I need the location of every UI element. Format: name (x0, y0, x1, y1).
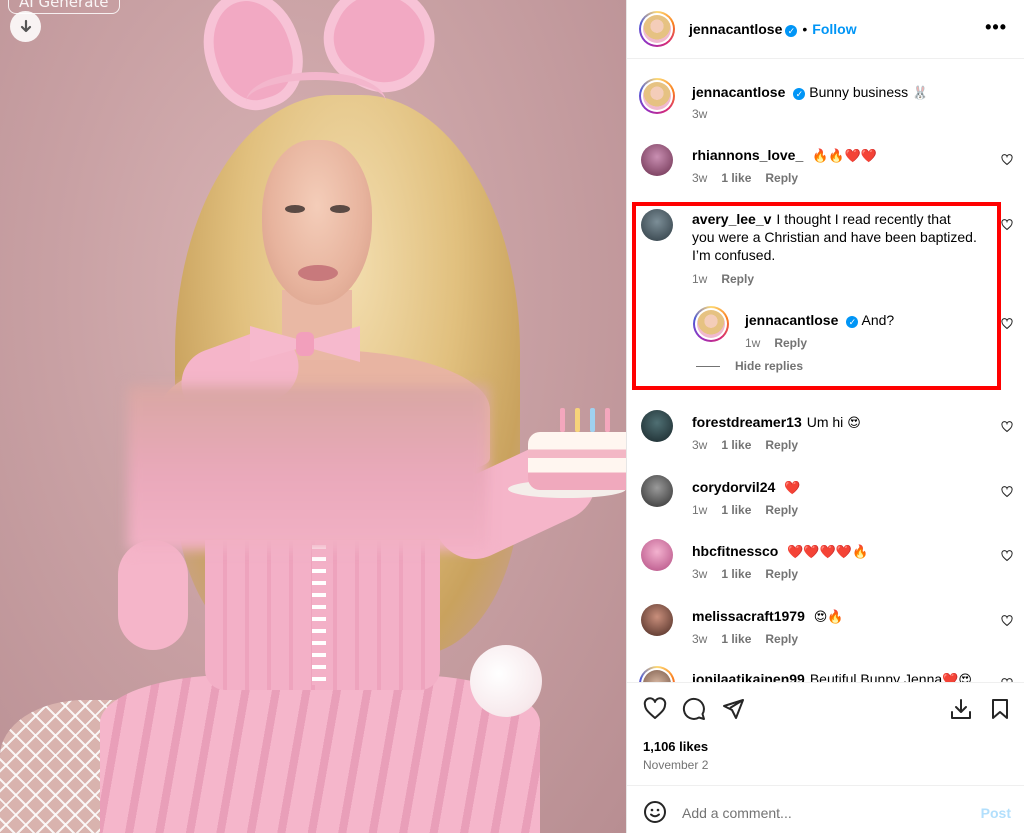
commenter-avatar[interactable] (641, 539, 673, 571)
image-candle (605, 408, 610, 432)
commenter-avatar[interactable] (639, 666, 675, 682)
comment-emoji: ❤️ (784, 481, 801, 496)
comment-username[interactable]: rhiannons_love_ (692, 147, 803, 163)
comment-text: Um hi (806, 414, 844, 430)
comment-username[interactable]: forestdreamer13 (692, 414, 802, 430)
download-arrow-icon[interactable] (10, 11, 41, 42)
verified-badge-icon: ✓ (785, 25, 798, 37)
comment-username[interactable]: jonilaatikainen99 (692, 671, 805, 682)
author-username[interactable]: jennacantlose (689, 21, 782, 37)
verified-badge-icon: ✓ (793, 88, 806, 100)
caption-username[interactable]: jennacantlose (692, 84, 785, 100)
post-side-panel: jennacantlose ✓ • Follow ••• jennacantlose ✓… (626, 0, 1024, 833)
comment-likes[interactable]: 1 like (721, 171, 751, 185)
comment-like-heart-icon[interactable] (1001, 615, 1013, 627)
image-candle (590, 408, 595, 432)
comment-like-heart-icon[interactable] (1001, 421, 1013, 433)
comment-emoji: ❤️❤️❤️❤️🔥 (787, 545, 869, 560)
heart-icon[interactable] (643, 697, 667, 721)
comment-time: 3w (692, 632, 708, 646)
comment-icon[interactable] (682, 697, 706, 721)
caption-text: Bunny business (809, 84, 909, 100)
comment-time: 3w (692, 438, 708, 452)
comment-time: 1w (692, 503, 708, 517)
post-header: jennacantlose ✓ • Follow ••• (627, 0, 1024, 59)
comment-username[interactable]: corydorvil24 (692, 479, 775, 495)
image-bunny-tail (470, 645, 542, 717)
follow-button[interactable]: Follow (812, 21, 856, 37)
commenter-avatar[interactable] (641, 144, 673, 176)
post-comment-button[interactable]: Post (981, 805, 1011, 821)
comment-emoji: 😍🔥 (813, 610, 844, 625)
header-author-line: jennacantlose ✓ • Follow (689, 21, 857, 37)
add-comment-input[interactable]: Add a comment... (682, 805, 792, 821)
comment-likes[interactable]: 1 like (721, 632, 751, 646)
image-eye-left (285, 205, 305, 213)
caption-emoji: 🐰 (912, 86, 929, 101)
reply-button[interactable]: Reply (765, 503, 798, 517)
download-icon[interactable] (949, 697, 973, 721)
image-candle (560, 408, 565, 432)
image-headband (246, 72, 386, 132)
likes-count[interactable]: 1,106 likes (643, 739, 708, 754)
image-lips (298, 265, 338, 281)
comment-emoji: 🔥🔥❤️❤️ (812, 149, 877, 164)
image-corset-lace (312, 545, 326, 685)
more-options-icon[interactable]: ••• (985, 17, 1007, 38)
image-birthday-cake (528, 432, 626, 490)
image-candle (575, 408, 580, 432)
commenter-avatar[interactable] (641, 410, 673, 442)
comment-username[interactable]: hbcfitnessco (692, 543, 778, 559)
bookmark-icon[interactable] (988, 697, 1012, 721)
commenter-avatar[interactable] (641, 604, 673, 636)
comment-time: 3w (692, 567, 708, 581)
image-eye-right (330, 205, 350, 213)
highlight-box (632, 202, 1001, 390)
reply-like-heart-icon[interactable] (1001, 318, 1013, 330)
commenter-avatar[interactable] (641, 475, 673, 507)
comment-emoji: ❤️😍 (942, 673, 972, 682)
comment-time: 3w (692, 171, 708, 185)
smiley-icon[interactable] (643, 800, 667, 824)
comment-text: Beutiful Bunny Jenna (809, 671, 943, 682)
post-image[interactable]: AI Generate (0, 0, 626, 833)
comment-emoji: 😍 (847, 416, 861, 431)
reply-button[interactable]: Reply (765, 171, 798, 185)
post-actions: 1,106 likes November 2 Add a comment... … (627, 682, 1024, 833)
add-comment-bar: Add a comment... Post (627, 785, 1024, 833)
comment-like-heart-icon[interactable] (1001, 550, 1013, 562)
author-avatar[interactable] (639, 11, 675, 47)
reply-button[interactable]: Reply (765, 632, 798, 646)
comment-likes[interactable]: 1 like (721, 438, 751, 452)
reply-button[interactable]: Reply (765, 438, 798, 452)
comment-like-heart-icon[interactable] (1001, 154, 1013, 166)
comment-like-heart-icon[interactable] (1001, 219, 1013, 231)
comment-likes[interactable]: 1 like (721, 503, 751, 517)
caption-avatar[interactable] (639, 78, 675, 114)
comment-likes[interactable]: 1 like (721, 567, 751, 581)
send-icon[interactable] (721, 697, 745, 721)
post-date: November 2 (643, 758, 709, 772)
image-arm-left (118, 540, 188, 650)
caption-time: 3w (692, 107, 708, 121)
comment-username[interactable]: melissacraft1979 (692, 608, 805, 624)
image-censor-blur (128, 386, 488, 550)
reply-button[interactable]: Reply (765, 567, 798, 581)
comment-like-heart-icon[interactable] (1001, 486, 1013, 498)
image-bowtie (250, 318, 360, 368)
